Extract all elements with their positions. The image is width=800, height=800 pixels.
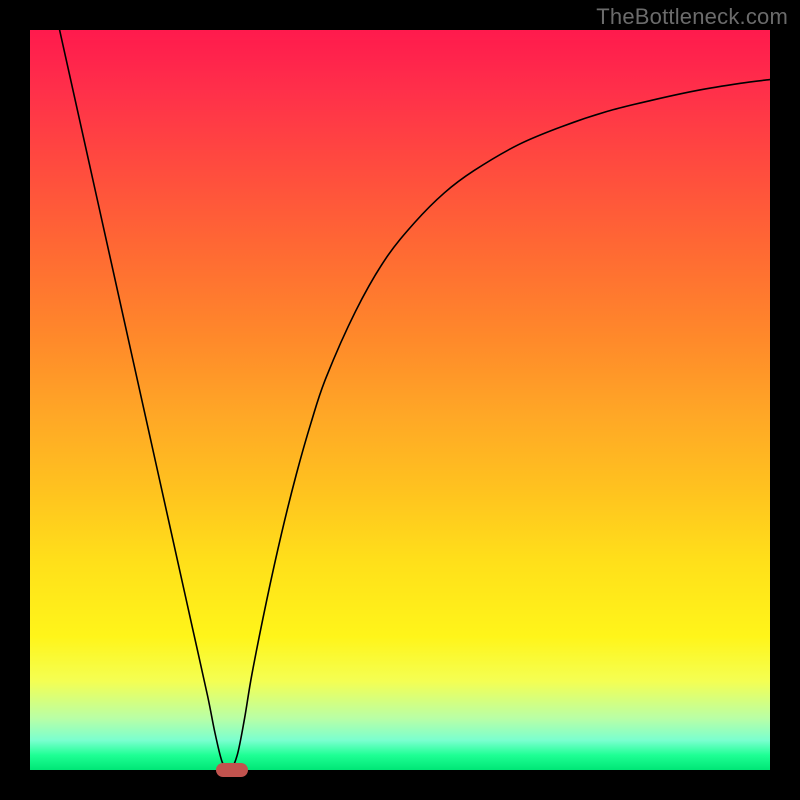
chart-frame: TheBottleneck.com <box>0 0 800 800</box>
curve-path <box>60 30 770 770</box>
watermark-text: TheBottleneck.com <box>596 4 788 30</box>
bottleneck-curve <box>30 30 770 770</box>
optimum-marker <box>216 763 248 777</box>
